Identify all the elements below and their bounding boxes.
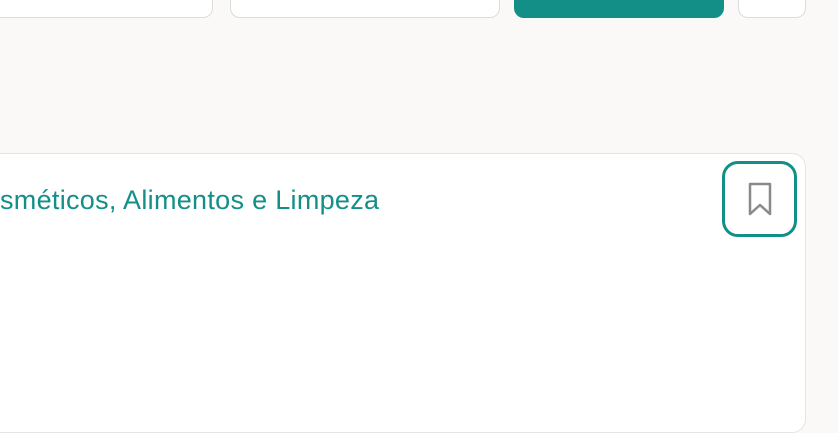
- bookmark-button[interactable]: [722, 161, 797, 237]
- card-title[interactable]: sméticos, Alimentos e Limpeza: [0, 182, 379, 218]
- filter-button[interactable]: [0, 0, 213, 18]
- filter-button[interactable]: [738, 0, 806, 18]
- bookmark-icon: [748, 182, 771, 216]
- active-filter-button[interactable]: [514, 0, 724, 18]
- filter-button[interactable]: [230, 0, 500, 18]
